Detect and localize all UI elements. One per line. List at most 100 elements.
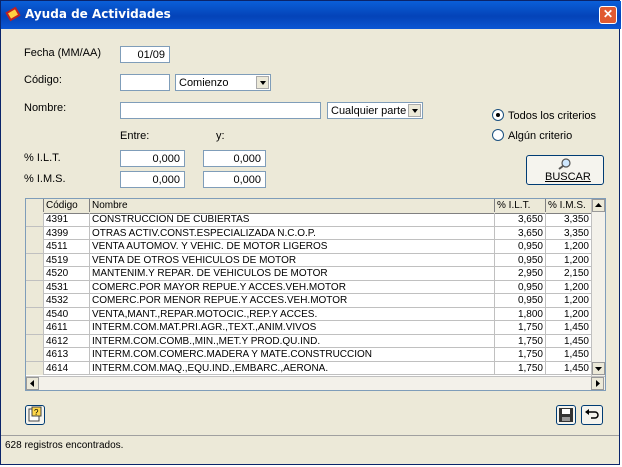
cell-nombre: OTRAS ACTIV.CONST.ESPECIALIZADA N.C.O.P. [90,226,495,240]
nombre-label: Nombre: [24,102,67,114]
radio-any-criteria[interactable] [492,129,504,141]
header-ilt[interactable]: % I.L.T. [495,199,546,212]
cell-ilt: 2,950 [495,267,546,280]
ims-to-input[interactable]: 0,000 [203,171,266,188]
chevron-down-icon[interactable] [408,104,421,117]
table-row[interactable]: 4612 INTERM.COM.COMB.,MIN.,MET.Y PROD.QU.… [26,334,592,348]
cell-ilt: 0,950 [495,240,546,253]
search-button[interactable]: BUSCAR [526,155,604,185]
chevron-down-icon[interactable] [256,76,269,89]
row-indicator [26,240,44,253]
cell-ims: 1,200 [546,253,592,267]
radio-any-label[interactable]: Algún criterio [508,130,572,142]
cell-nombre: INTERM.COM.COMERC.MADERA Y MATE.CONSTRUC… [90,348,495,361]
table-row[interactable]: 4519 VENTA DE OTROS VEHICULOS DE MOTOR 0,9… [26,253,592,267]
scroll-down-button[interactable] [592,362,605,375]
ilt-label: % I.L.T. [24,152,61,164]
cell-ilt: 1,750 [495,321,546,334]
close-icon: ✕ [602,7,614,21]
ims-from-input[interactable]: 0,000 [120,171,185,188]
fecha-label: Fecha (MM/AA) [24,47,102,59]
codigo-input[interactable] [120,74,170,91]
header-codigo[interactable]: Código [44,199,90,212]
scroll-up-button[interactable] [592,199,605,212]
nombre-mode-select[interactable]: Cualquier parte [327,102,423,119]
cell-codigo: 4519 [44,253,90,267]
nombre-mode-value: Cualquier parte [331,105,407,117]
table-row[interactable]: 4532 COMERC.POR MENOR REPUE.Y ACCES.VEH.M… [26,294,592,308]
save-button[interactable] [556,405,576,425]
row-indicator [26,294,44,307]
cell-ims: 1,200 [546,240,592,253]
table-row[interactable]: 4611 INTERM.COM.MAT.PRI.AGR.,TEXT.,ANIM.V… [26,321,592,335]
row-indicator [26,280,44,294]
cell-ilt: 0,950 [495,253,546,267]
status-text: 628 registros encontrados. [5,440,124,451]
row-indicator [26,348,44,361]
cell-nombre: INTERM.COM.MAT.PRI.AGR.,TEXT.,ANIM.VIVOS [90,321,495,334]
undo-arrow-icon [585,409,599,419]
codigo-mode-value: Comienzo [179,77,229,89]
window-title: Ayuda de Actividades [25,7,171,21]
cell-ilt: 1,750 [495,361,546,375]
floppy-disk-icon [559,408,573,422]
row-indicator [26,253,44,267]
y-label: y: [216,130,225,142]
header-nombre[interactable]: Nombre [90,199,495,212]
cell-ilt: 1,750 [495,334,546,348]
header-indicator [26,199,44,212]
table-row[interactable]: 4540 VENTA,MANT.,REPAR.MOTOCIC.,REP.Y ACC… [26,307,592,321]
ilt-from-input[interactable]: 0,000 [120,150,185,167]
cell-ilt: 1,800 [495,307,546,321]
cell-ims: 1,450 [546,321,592,334]
cell-nombre: CONSTRUCCION DE CUBIERTAS [90,213,495,226]
table-body: 4391 CONSTRUCCION DE CUBIERTAS 3,650 3,350 4… [26,213,592,375]
radio-all-label[interactable]: Todos los criterios [508,110,596,122]
status-bar: 628 registros encontrados. [1,435,619,465]
row-indicator [26,307,44,321]
search-button-label: BUSCAR [545,171,591,183]
radio-all-criteria[interactable] [492,109,504,121]
undo-button[interactable] [581,405,603,425]
arrow-right-icon [596,380,600,387]
header-ims[interactable]: % I.M.S. [546,199,592,212]
codigo-mode-select[interactable]: Comienzo [175,74,271,91]
cell-codigo: 4532 [44,294,90,307]
row-indicator [26,321,44,334]
cell-ims: 1,450 [546,348,592,361]
cell-codigo: 4612 [44,334,90,348]
row-indicator [26,267,44,280]
row-indicator [26,361,44,375]
cell-codigo: 4531 [44,280,90,294]
cell-nombre: VENTA AUTOMOV. Y VEHIC. DE MOTOR LIGEROS [90,240,495,253]
close-button[interactable]: ✕ [599,6,617,24]
nombre-input[interactable] [120,102,321,119]
table-row[interactable]: 4391 CONSTRUCCION DE CUBIERTAS 3,650 3,350 [26,213,592,227]
table-header: Código Nombre % I.L.T. % I.M.S. [26,199,592,214]
scroll-left-button[interactable] [26,377,39,390]
horizontal-scrollbar[interactable] [26,376,605,390]
cell-codigo: 4399 [44,226,90,240]
table-row[interactable]: 4399 OTRAS ACTIV.CONST.ESPECIALIZADA N.C.… [26,226,592,240]
title-bar[interactable]: Ayuda de Actividades ✕ [1,1,621,29]
vertical-scrollbar[interactable] [591,199,605,376]
scroll-right-button[interactable] [591,377,604,390]
cell-ims: 1,450 [546,361,592,375]
table-row[interactable]: 4520 MANTENIM.Y REPAR. DE VEHICULOS DE MO… [26,267,592,281]
row-indicator [26,226,44,240]
magnifier-icon [558,158,571,170]
ilt-to-input[interactable]: 0,000 [203,150,266,167]
table-row[interactable]: 4531 COMERC.POR MAYOR REPUE.Y ACCES.VEH.M… [26,280,592,294]
cell-nombre: INTERM.COM.COMB.,MIN.,MET.Y PROD.QU.IND. [90,334,495,348]
table-row[interactable]: 4613 INTERM.COM.COMERC.MADERA Y MATE.CONS… [26,348,592,362]
cell-ilt: 3,650 [495,226,546,240]
help-button[interactable]: ? [25,405,45,425]
table-row[interactable]: 4511 VENTA AUTOMOV. Y VEHIC. DE MOTOR LIG… [26,240,592,254]
fecha-input[interactable]: 01/09 [120,46,170,63]
results-table[interactable]: Código Nombre % I.L.T. % I.M.S. 4391 CONS… [25,198,606,391]
cell-codigo: 4520 [44,267,90,280]
cell-ims: 3,350 [546,213,592,226]
cell-ims: 1,450 [546,334,592,348]
table-row[interactable]: 4614 INTERM.COM.MAQ.,EQU.IND.,EMBARC.,AER… [26,361,592,375]
cell-ims: 1,200 [546,280,592,294]
